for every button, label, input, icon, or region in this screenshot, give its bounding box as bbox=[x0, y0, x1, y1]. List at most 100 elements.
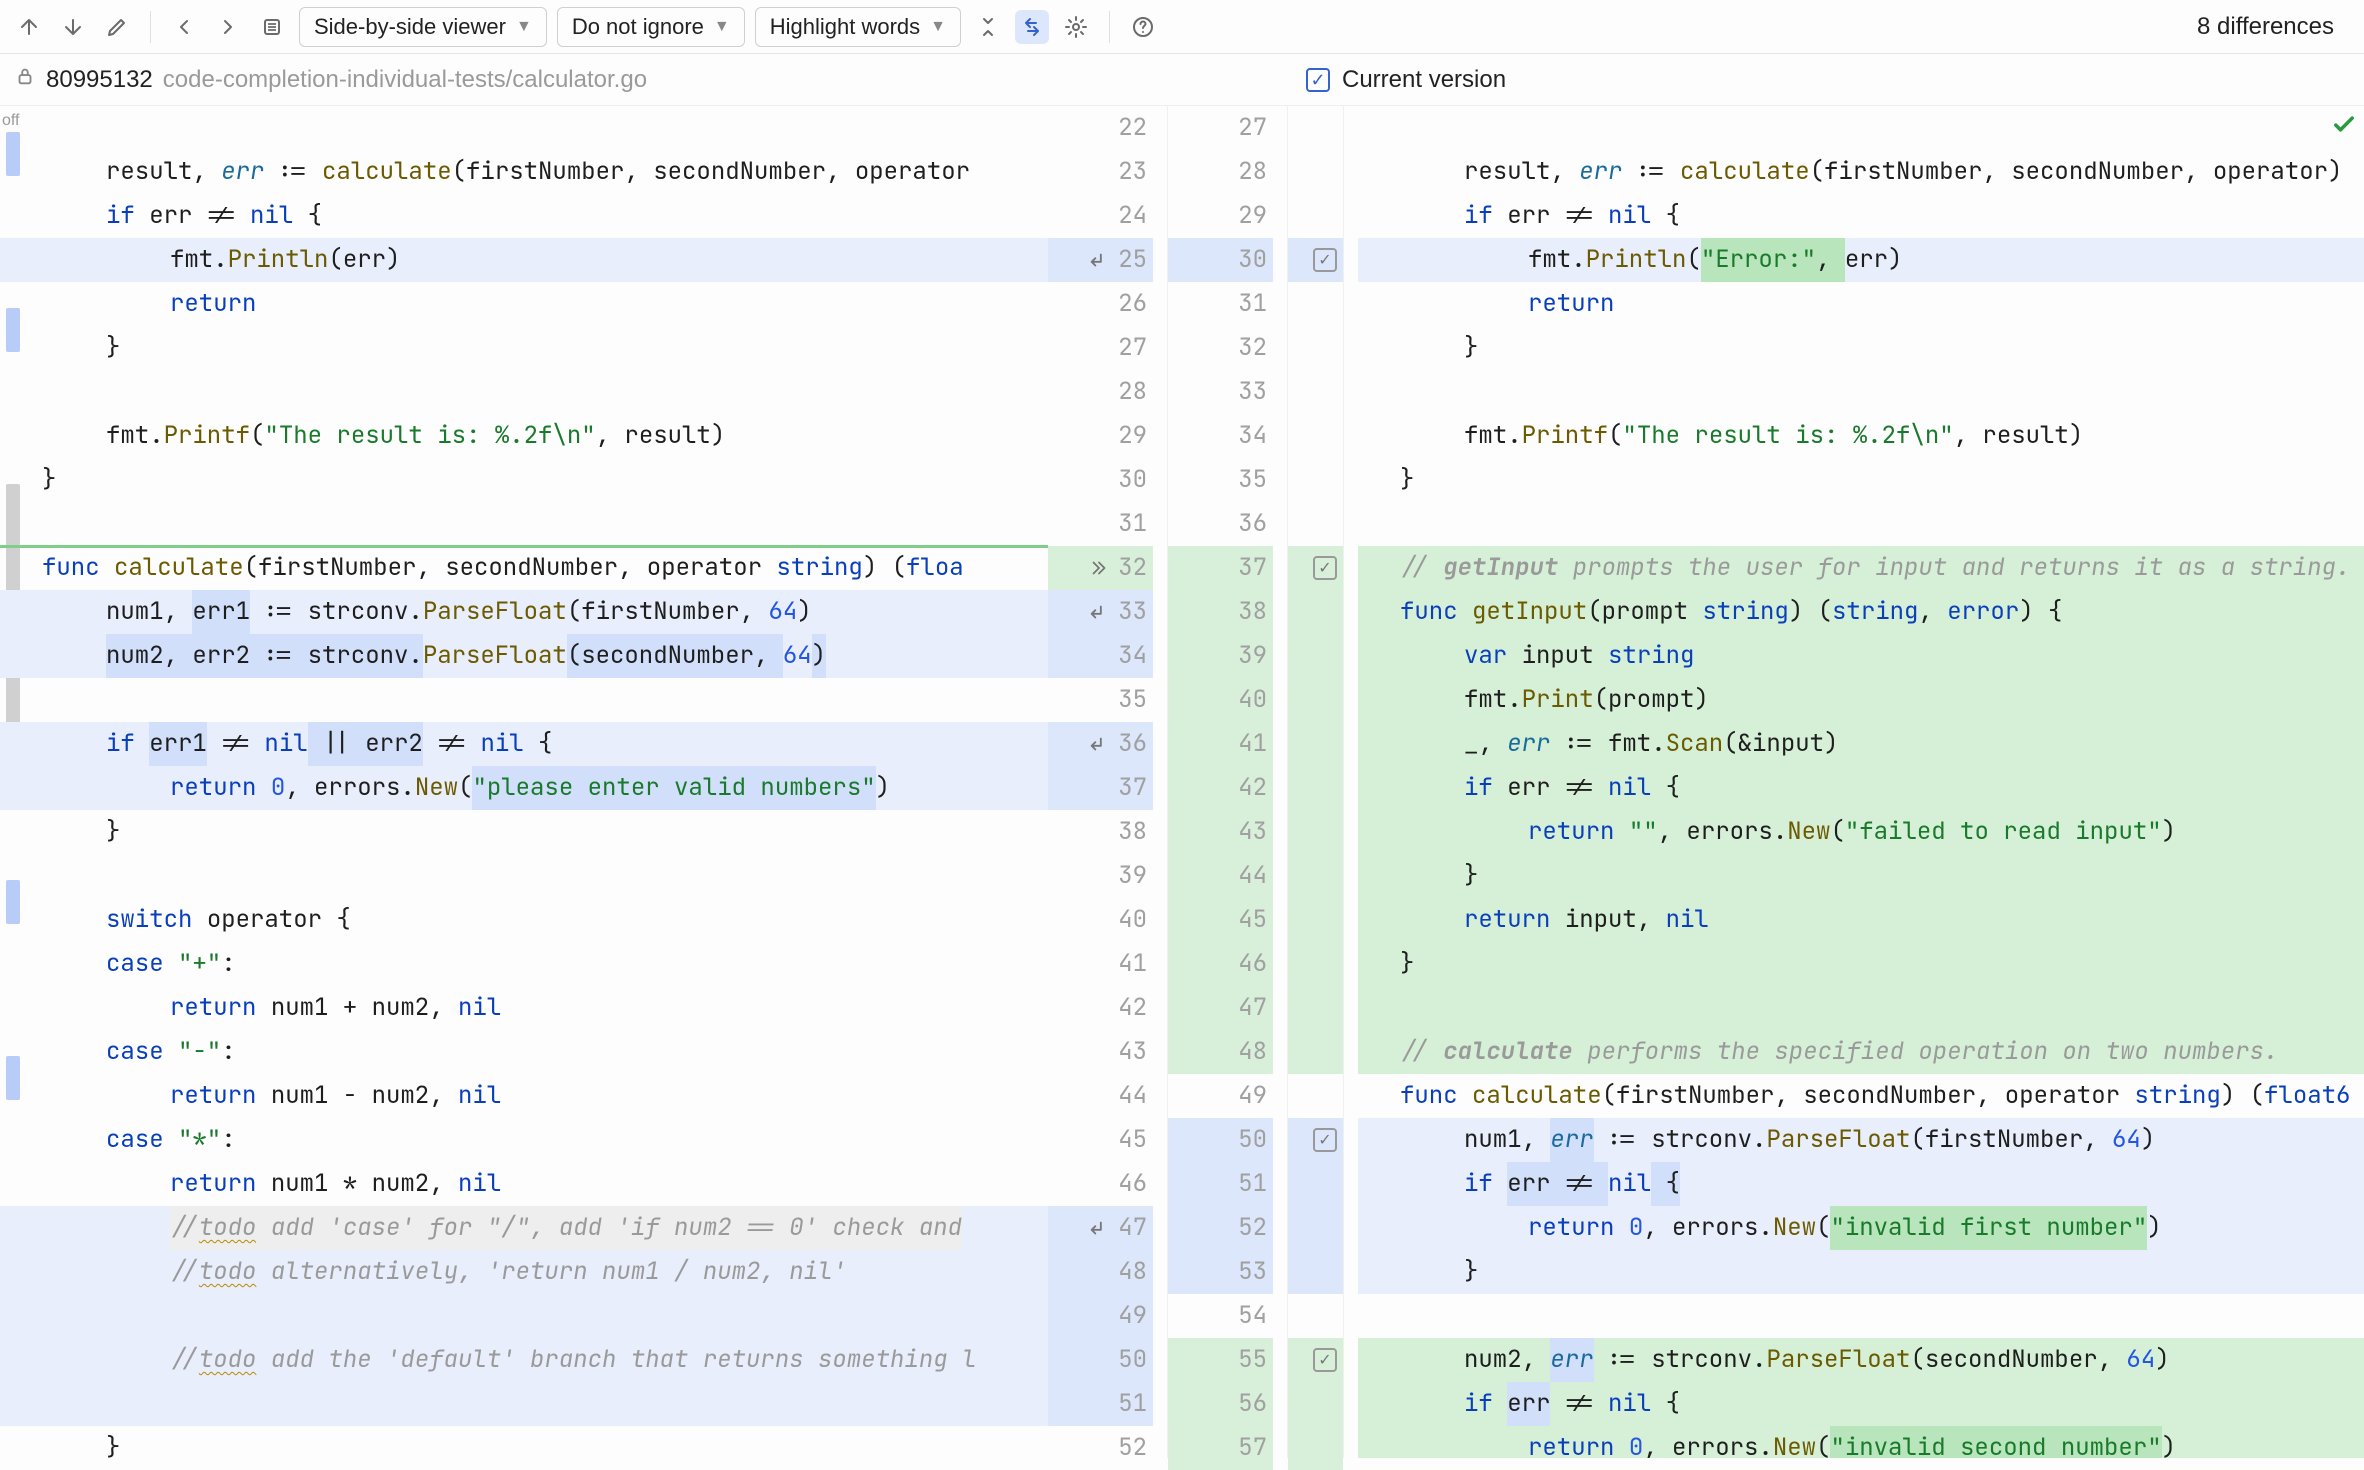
code-line: if err != nil { bbox=[1358, 194, 2364, 238]
code-line: } bbox=[1358, 942, 2364, 986]
line-number: 52 bbox=[1118, 1426, 1147, 1470]
viewer-mode-dropdown[interactable]: Side-by-side viewer ▼ bbox=[299, 7, 547, 47]
separator bbox=[150, 11, 151, 43]
line-number: 46 bbox=[1238, 942, 1267, 986]
line-number: 52 bbox=[1238, 1206, 1267, 1250]
line-number: 33 bbox=[1238, 370, 1267, 414]
highlight-mode-label: Highlight words bbox=[770, 14, 920, 40]
apply-chunk-checkbox[interactable]: ✓ bbox=[1313, 556, 1337, 580]
apply-change-icon[interactable] bbox=[1088, 249, 1110, 271]
highlight-mode-dropdown[interactable]: Highlight words ▼ bbox=[755, 7, 961, 47]
code-line: } bbox=[0, 810, 1048, 854]
code-line bbox=[0, 1382, 1048, 1426]
line-number: 34 bbox=[1238, 414, 1267, 458]
code-line bbox=[0, 502, 1048, 546]
code-line: return num1 + num2, nil bbox=[0, 986, 1048, 1030]
line-number: 31 bbox=[1238, 282, 1267, 326]
right-line-numbers: 2728293031323334353637383940414243444546… bbox=[1168, 106, 1288, 1458]
left-line-numbers: 2223242526272829303132333435363738394041… bbox=[1048, 106, 1168, 1458]
apply-chunk-checkbox[interactable]: ✓ bbox=[1313, 1348, 1337, 1372]
current-version-checkbox[interactable]: ✓ bbox=[1306, 68, 1330, 92]
right-pane[interactable]: result, err := calculate(firstNumber, se… bbox=[1358, 106, 2364, 1458]
edit-button[interactable] bbox=[100, 10, 134, 44]
code-line: return input, nil bbox=[1358, 898, 2364, 942]
line-number: 54 bbox=[1238, 1294, 1267, 1338]
collapse-button[interactable] bbox=[971, 10, 1005, 44]
apply-change-icon[interactable] bbox=[1088, 1217, 1110, 1239]
line-number: 49 bbox=[1118, 1294, 1147, 1338]
line-number: 25 bbox=[1118, 238, 1147, 282]
code-line: func getInput(prompt string) (string, er… bbox=[1358, 590, 2364, 634]
code-line: fmt.Print(prompt) bbox=[1358, 678, 2364, 722]
code-line: func calculate(firstNumber, secondNumber… bbox=[1358, 1074, 2364, 1118]
line-number: 51 bbox=[1238, 1162, 1267, 1206]
line-number: 27 bbox=[1118, 326, 1147, 370]
sync-scroll-button[interactable] bbox=[1015, 10, 1049, 44]
code-line: } bbox=[1358, 458, 2364, 502]
line-number: 57 bbox=[1238, 1426, 1267, 1470]
line-number: 45 bbox=[1118, 1118, 1147, 1162]
ignore-mode-dropdown[interactable]: Do not ignore ▼ bbox=[557, 7, 745, 47]
line-number: 29 bbox=[1238, 194, 1267, 238]
code-line: //todo add 'case' for "/", add 'if num2 … bbox=[0, 1206, 1048, 1250]
code-line: return "", errors.New("failed to read in… bbox=[1358, 810, 2364, 854]
line-number: 35 bbox=[1238, 458, 1267, 502]
code-line: case "*": bbox=[0, 1118, 1048, 1162]
diff-panel: result, err := calculate(firstNumber, se… bbox=[0, 106, 2364, 1458]
code-line: //todo alternatively, 'return num1 / num… bbox=[0, 1250, 1048, 1294]
line-number: 46 bbox=[1118, 1162, 1147, 1206]
line-number: 41 bbox=[1238, 722, 1267, 766]
code-line bbox=[1358, 106, 2364, 150]
line-number: 44 bbox=[1118, 1074, 1147, 1118]
code-line bbox=[0, 370, 1048, 414]
code-line: return bbox=[0, 282, 1048, 326]
code-line bbox=[1358, 1294, 2364, 1338]
code-line: fmt.Printf("The result is: %.2f\n", resu… bbox=[1358, 414, 2364, 458]
changes-list-button[interactable] bbox=[255, 10, 289, 44]
apply-chunk-checkbox[interactable]: ✓ bbox=[1313, 248, 1337, 272]
apply-change-icon[interactable] bbox=[1088, 733, 1110, 755]
code-line: } bbox=[1358, 326, 2364, 370]
chevron-down-icon: ▼ bbox=[516, 18, 532, 36]
code-line: if err1 != nil || err2 != nil { bbox=[0, 722, 1048, 766]
line-number: 39 bbox=[1118, 854, 1147, 898]
code-line: return num1 * num2, nil bbox=[0, 1162, 1048, 1206]
line-number: 47 bbox=[1118, 1206, 1147, 1250]
line-number: 28 bbox=[1118, 370, 1147, 414]
chevron-down-icon: ▼ bbox=[930, 18, 946, 36]
code-line: if err != nil { bbox=[1358, 1382, 2364, 1426]
current-version-label: Current version bbox=[1342, 66, 1506, 94]
code-line: fmt.Printf("The result is: %.2f\n", resu… bbox=[0, 414, 1048, 458]
line-number: 36 bbox=[1238, 502, 1267, 546]
code-line: result, err := calculate(firstNumber, se… bbox=[1358, 150, 2364, 194]
apply-chunk-checkbox[interactable]: ✓ bbox=[1313, 1128, 1337, 1152]
next-diff-button[interactable] bbox=[56, 10, 90, 44]
line-number: 43 bbox=[1238, 810, 1267, 854]
diff-toolbar: Side-by-side viewer ▼ Do not ignore ▼ Hi… bbox=[0, 0, 2364, 54]
code-line: } bbox=[1358, 1250, 2364, 1294]
line-number: 48 bbox=[1118, 1250, 1147, 1294]
line-number: 38 bbox=[1238, 590, 1267, 634]
line-number: 37 bbox=[1238, 546, 1267, 590]
line-number: 34 bbox=[1118, 634, 1147, 678]
file-bar: 80995132 code-completion-individual-test… bbox=[0, 54, 2364, 106]
help-button[interactable] bbox=[1126, 10, 1160, 44]
line-number: 24 bbox=[1118, 194, 1147, 238]
code-line: num1, err := strconv.ParseFloat(firstNum… bbox=[1358, 1118, 2364, 1162]
code-line: } bbox=[0, 458, 1048, 502]
prev-diff-button[interactable] bbox=[12, 10, 46, 44]
expand-icon[interactable] bbox=[1088, 557, 1110, 579]
nav-back-button[interactable] bbox=[167, 10, 201, 44]
apply-change-icon[interactable] bbox=[1088, 601, 1110, 623]
code-line: var input string bbox=[1358, 634, 2364, 678]
code-line bbox=[0, 854, 1048, 898]
nav-fwd-button[interactable] bbox=[211, 10, 245, 44]
code-line: fmt.Println("Error:", err) bbox=[1358, 238, 2364, 282]
line-number: 29 bbox=[1118, 414, 1147, 458]
line-number: 39 bbox=[1238, 634, 1267, 678]
settings-button[interactable] bbox=[1059, 10, 1093, 44]
code-line: return bbox=[1358, 282, 2364, 326]
line-number: 22 bbox=[1118, 106, 1147, 150]
left-pane[interactable]: result, err := calculate(firstNumber, se… bbox=[0, 106, 1048, 1458]
code-line: num2, err := strconv.ParseFloat(secondNu… bbox=[1358, 1338, 2364, 1382]
